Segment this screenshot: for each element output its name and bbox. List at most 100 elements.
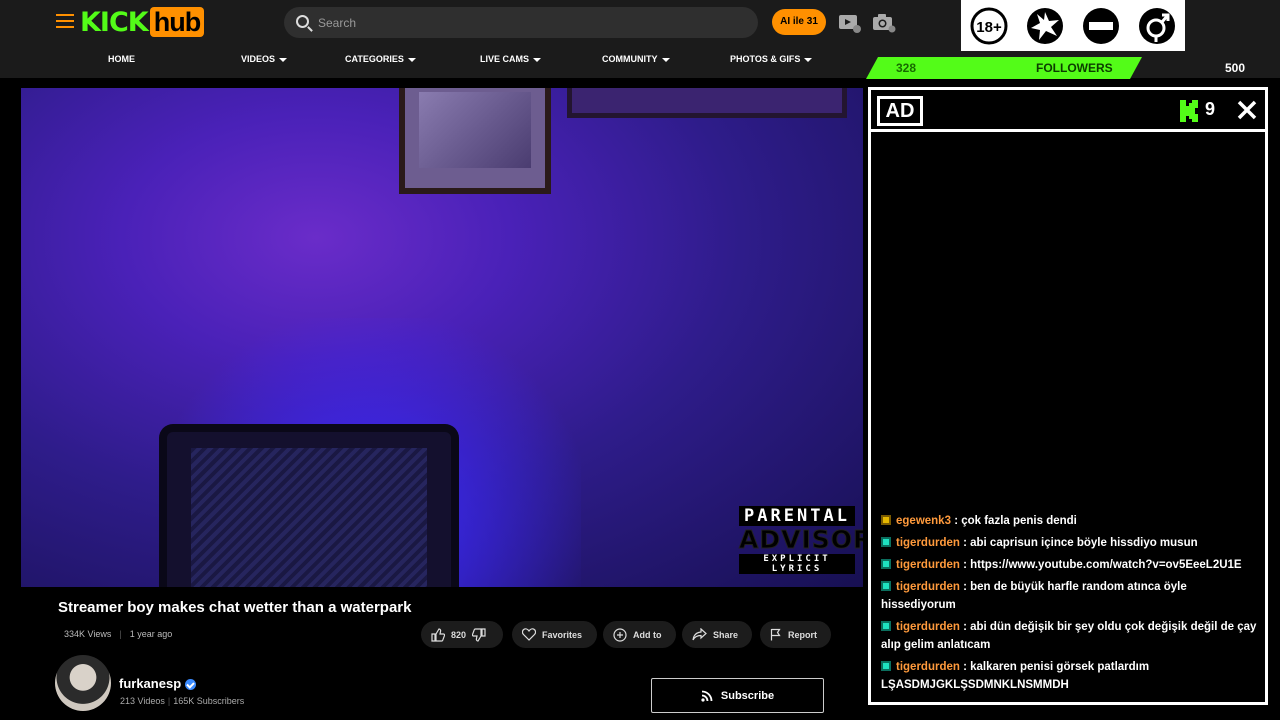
- nav-live-cams[interactable]: LIVE CAMS: [480, 54, 542, 64]
- add-to-label: Add to: [633, 629, 662, 640]
- like-dislike-group: 820: [421, 621, 503, 648]
- share-label: Share: [713, 629, 739, 640]
- channel-stats: 213 Videos | 165K Subscribers: [120, 696, 245, 706]
- subscribe-label: Subscribe: [720, 689, 775, 702]
- gaming-chair: [159, 424, 459, 587]
- chat-message: tigerdurden : abi caprisun içince böyle …: [881, 534, 1261, 552]
- followers-goal: 500: [1224, 61, 1245, 75]
- kick-logo-icon: [1180, 100, 1198, 122]
- chat-header: AD 9: [871, 90, 1265, 132]
- report-button[interactable]: Report: [760, 621, 831, 648]
- chat-messages: egewenk3 : çok fazla penis dendi tigerdu…: [881, 512, 1261, 698]
- wall-poster: [399, 88, 551, 194]
- thumbs-down-icon[interactable]: [472, 627, 486, 642]
- channel-avatar[interactable]: [55, 655, 111, 711]
- chat-username[interactable]: tigerdurden: [896, 559, 960, 571]
- search-icon[interactable]: [296, 15, 309, 28]
- badge-icon: [881, 537, 891, 547]
- like-count: 820: [451, 629, 467, 640]
- nav-community[interactable]: COMMUNITY: [602, 54, 670, 64]
- badge-icon: [881, 581, 891, 591]
- advisory-top: PARENTAL: [739, 506, 855, 526]
- rss-icon: [701, 690, 713, 702]
- video-upload-icon[interactable]: [838, 13, 862, 33]
- chat-username[interactable]: tigerdurden: [896, 581, 960, 593]
- nav-home-label: HOME: [108, 54, 135, 64]
- ai-button[interactable]: AI ile 31: [772, 9, 826, 35]
- chat-message: tigerdurden : ben de büyük harfle random…: [881, 578, 1261, 614]
- view-count: 334K Views: [64, 629, 112, 639]
- badge-icon: [881, 621, 891, 631]
- share-icon: [692, 628, 707, 641]
- chat-text: : https://www.youtube.com/watch?v=ov5Eee…: [963, 559, 1242, 571]
- prohibited-icon: [1073, 0, 1129, 51]
- upload-age: 1 year ago: [129, 629, 173, 639]
- close-icon[interactable]: [1236, 99, 1258, 121]
- search-bar: [284, 7, 758, 38]
- channel-video-count: 213 Videos: [120, 696, 165, 706]
- advisory-mid: ADVISORY: [739, 525, 864, 554]
- ad-label: AD: [877, 96, 923, 126]
- site-logo[interactable]: KICK hub: [80, 6, 205, 38]
- flag-icon: [770, 628, 781, 641]
- report-label: Report: [788, 629, 817, 640]
- nav-live-cams-label: LIVE CAMS: [480, 54, 530, 64]
- video-player[interactable]: PARENTAL ADVISORY EXPLICIT LYRICS: [21, 88, 863, 587]
- camera-icon[interactable]: [872, 13, 896, 33]
- nav-photos-gifs-label: PHOTOS & GIFS: [730, 54, 801, 64]
- badge-icon: [881, 661, 891, 671]
- age-18-icon: 18+: [961, 0, 1017, 51]
- caret-down-icon: [533, 57, 542, 62]
- nav-photos-gifs[interactable]: PHOTOS & GIFS: [730, 54, 813, 64]
- followers-current: 328: [896, 61, 917, 75]
- chat-message: egewenk3 : çok fazla penis dendi: [881, 512, 1261, 530]
- subscribe-button[interactable]: Subscribe: [651, 678, 824, 713]
- main-nav: HOME VIDEOS CATEGORIES LIVE CAMS COMMUNI…: [0, 54, 860, 68]
- nav-home[interactable]: HOME: [108, 54, 135, 64]
- caret-down-icon: [279, 57, 288, 62]
- search-input[interactable]: [318, 7, 738, 38]
- chat-overlay: AD 9 egewenk3 : çok fazla penis dendi ti…: [868, 87, 1268, 705]
- chat-text: : abi caprisun içince böyle hissdiyo mus…: [963, 537, 1198, 549]
- video-title: Streamer boy makes chat wetter than a wa…: [58, 599, 412, 616]
- followers-goal-bar: 328 FOLLOWERS 500: [866, 57, 1280, 79]
- badge-icon: [881, 559, 891, 569]
- favorites-button[interactable]: Favorites: [512, 621, 597, 648]
- wall-frame: [567, 88, 847, 118]
- chat-username[interactable]: tigerdurden: [896, 661, 960, 673]
- nav-videos[interactable]: VIDEOS: [241, 54, 288, 64]
- followers-label: FOLLOWERS: [1036, 61, 1113, 75]
- plus-circle-icon: [613, 627, 627, 642]
- caret-down-icon: [804, 57, 813, 62]
- nav-community-label: COMMUNITY: [602, 54, 658, 64]
- add-to-button[interactable]: Add to: [603, 621, 676, 648]
- verified-icon: [185, 679, 197, 691]
- chat-message: tigerdurden : abi dün değişik bir şey ol…: [881, 618, 1261, 654]
- chat-text: : çok fazla penis dendi: [954, 515, 1077, 527]
- menu-icon[interactable]: [56, 14, 74, 28]
- chat-message: tigerdurden : https://www.youtube.com/wa…: [881, 556, 1261, 574]
- chat-username[interactable]: egewenk3: [896, 515, 951, 527]
- nav-categories[interactable]: CATEGORIES: [345, 54, 416, 64]
- logo-kick-text: KICK: [80, 6, 149, 38]
- nav-categories-label: CATEGORIES: [345, 54, 404, 64]
- channel-name: furkanesp: [119, 676, 182, 691]
- content-rating-icons: 18+: [961, 0, 1185, 51]
- channel-name-row[interactable]: furkanesp: [119, 676, 197, 691]
- caret-down-icon: [661, 57, 670, 62]
- video-meta: 334K Views | 1 year ago: [64, 629, 173, 639]
- chat-username[interactable]: tigerdurden: [896, 537, 960, 549]
- thumbs-up-icon[interactable]: [431, 627, 445, 642]
- violence-icon: [1017, 0, 1073, 51]
- nav-videos-label: VIDEOS: [241, 54, 276, 64]
- age-label: 18+: [976, 19, 1002, 36]
- parental-advisory-label: PARENTAL ADVISORY EXPLICIT LYRICS: [739, 506, 864, 576]
- chat-message: tigerdurden : kalkaren penisi görsek pat…: [881, 658, 1261, 694]
- sexual-content-icon: [1129, 0, 1185, 51]
- share-button[interactable]: Share: [682, 621, 752, 648]
- heart-icon: [522, 628, 536, 641]
- chat-username[interactable]: tigerdurden: [896, 621, 960, 633]
- caret-down-icon: [407, 57, 416, 62]
- subscriber-badge-icon: [881, 515, 891, 525]
- favorites-label: Favorites: [542, 629, 583, 640]
